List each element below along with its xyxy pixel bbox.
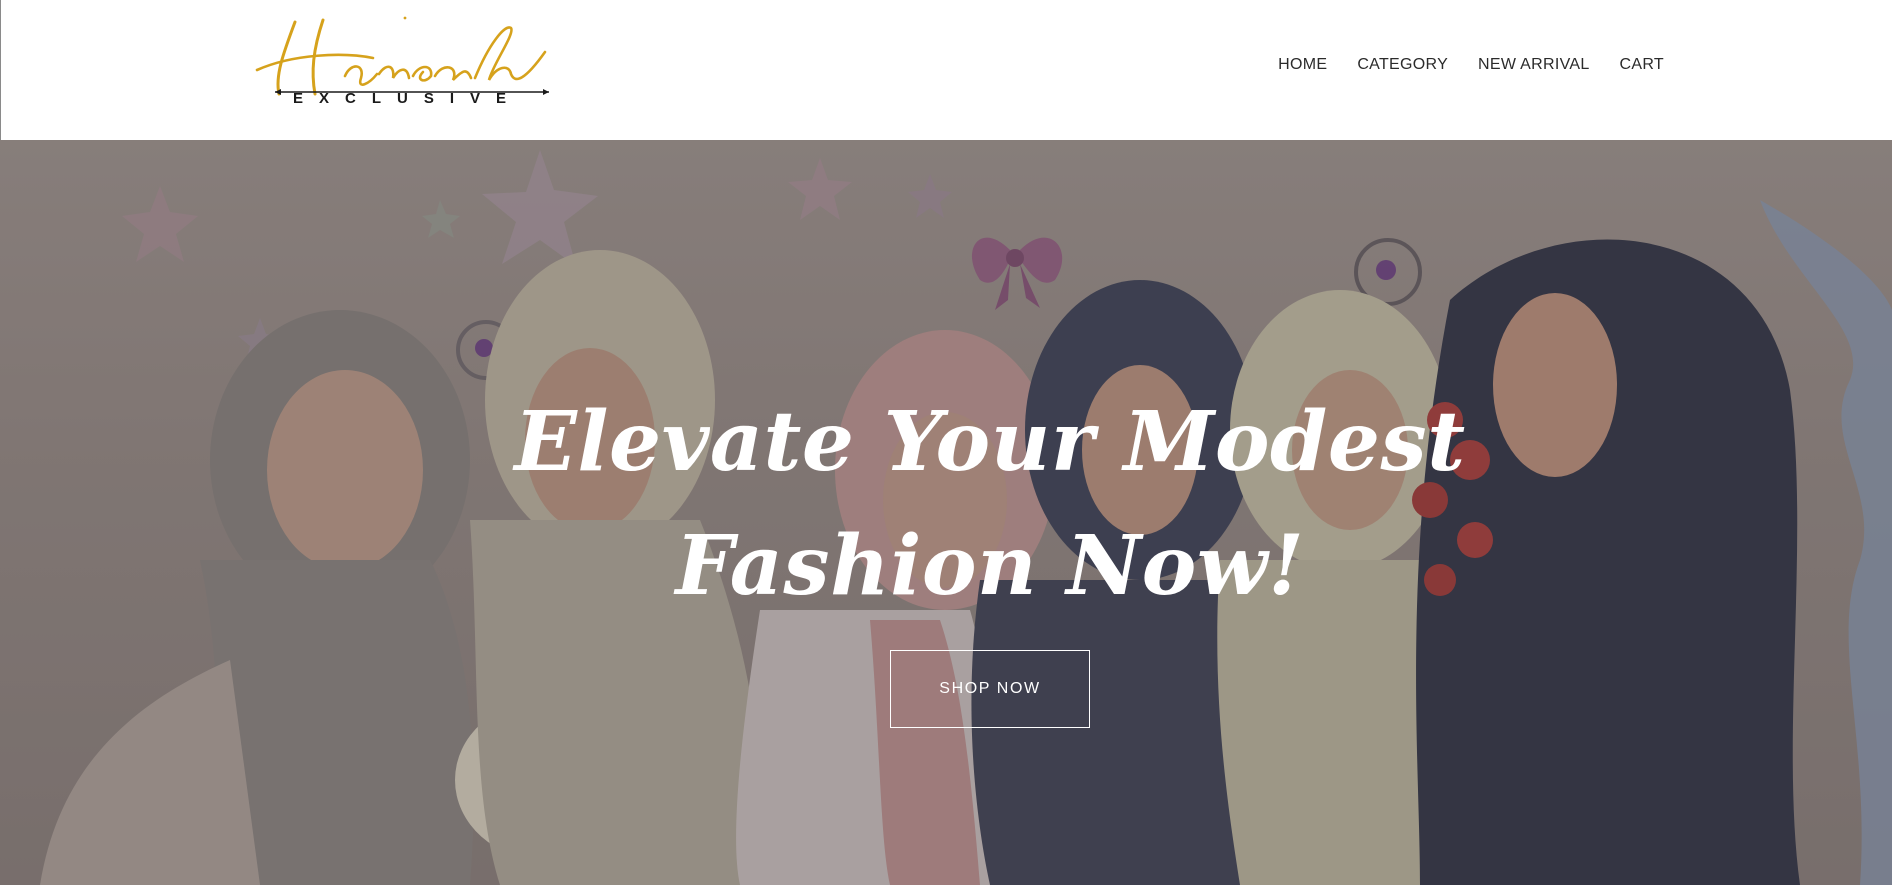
nav-item-home[interactable]: HOME	[1278, 56, 1327, 74]
hero-headline: Elevate Your Modest Fashion Now!	[0, 380, 1892, 628]
shop-now-button[interactable]: SHOP NOW	[890, 650, 1090, 728]
brand-logo[interactable]: EXCLUSIVE	[253, 14, 553, 118]
hero-banner: Elevate Your Modest Fashion Now! SHOP NO…	[0, 140, 1892, 885]
hero-headline-line-2: Fashion Now!	[675, 518, 1305, 614]
nav-item-new-arrival[interactable]: NEW ARRIVAL	[1478, 56, 1589, 74]
nav-item-cart[interactable]: CART	[1620, 56, 1664, 74]
site-header: EXCLUSIVE HOME CATEGORY NEW ARRIVAL CART	[0, 0, 1892, 140]
hero-headline-line-1: Elevate Your Modest	[514, 394, 1466, 490]
brand-subtitle: EXCLUSIVE	[293, 90, 523, 107]
main-nav: HOME CATEGORY NEW ARRIVAL CART	[1278, 56, 1664, 74]
nav-item-category[interactable]: CATEGORY	[1357, 56, 1448, 74]
